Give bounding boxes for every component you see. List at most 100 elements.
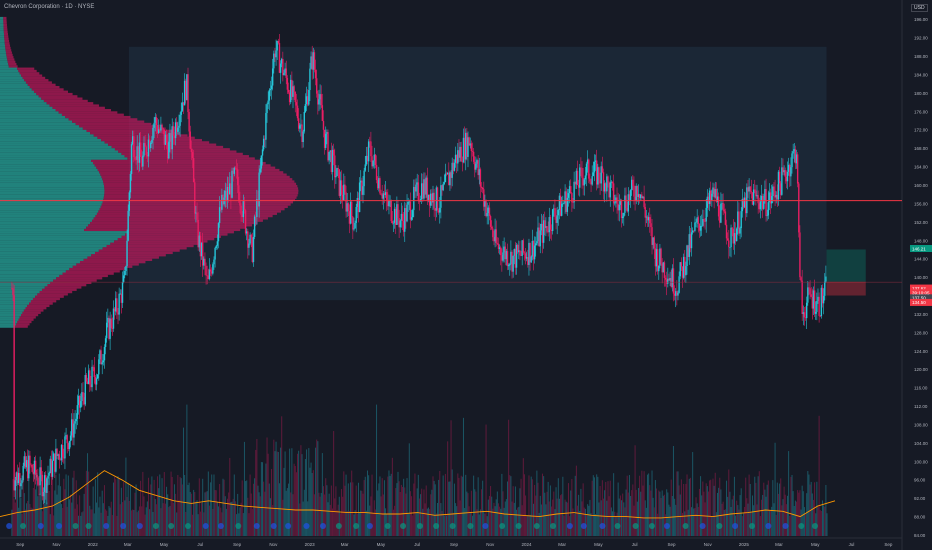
volume-bar [762,494,764,536]
volume-bar [634,445,636,536]
volume-profile-up-bar [0,325,16,328]
volume-bar [394,505,396,536]
volume-profile-down-bar [18,69,37,73]
volume-bar [291,448,293,536]
volume-profile-down-bar [8,62,17,66]
candle-body [285,68,287,78]
volume-bar [216,502,218,536]
x-tick-label: May [811,542,820,547]
candle-body [188,112,190,132]
volume-profile-up-bar [0,251,96,255]
candle-body [379,178,381,194]
candle-body [567,193,570,198]
volume-bar [551,506,553,536]
volume-bar [544,492,546,536]
candle-body [85,374,88,382]
candle-body [805,302,808,319]
volume-bar [623,502,625,536]
candle-body [209,269,212,272]
volume-bar [166,486,168,536]
volume-bar [800,509,802,536]
volume-profile-up-bar [0,74,22,77]
candle-body [205,265,207,276]
volume-bar [263,481,265,536]
volume-profile-up-bar [0,228,85,232]
volume-bar [317,441,319,536]
volume-bar [605,481,607,536]
volume-bar [799,490,801,536]
candle-body [51,460,54,477]
volume-bar [266,437,268,536]
volume-bar [437,503,439,536]
volume-bar [383,480,385,536]
volume-bar [372,512,374,536]
volume-profile-up-bar [0,235,122,238]
volume-profile-up-bar [0,244,107,248]
volume-bar [118,478,120,536]
volume-profile-up-bar [0,309,24,312]
volume-profile-up-bar [0,69,19,73]
volume-profile-up-bar [0,212,97,215]
event-marker [798,523,805,529]
candle-body [556,215,558,223]
volume-bar [606,500,608,536]
volume-bar [295,472,297,536]
candle-body [649,217,651,224]
currency-button[interactable]: USD [911,4,928,12]
volume-bar [782,499,784,536]
volume-bar [250,493,252,536]
volume-bar [363,480,365,536]
y-tick-label: 144.00 [914,257,928,262]
candle-body [818,296,820,316]
volume-bar [487,499,489,536]
candle-body [611,181,614,184]
candle-body [261,149,264,156]
volume-bar [726,480,728,536]
candle-body [239,201,241,206]
volume-profile-up-bar [0,168,98,172]
event-marker [515,523,522,529]
volume-bar [775,514,777,536]
volume-bar [359,512,361,536]
volume-profile-up-bar [0,138,102,142]
volume-bar [446,515,448,536]
volume-bar [385,508,387,536]
candle-body [295,102,298,106]
volume-profile-down-bar [17,320,32,324]
volume-bar [99,496,101,536]
volume-profile-up-bar [0,297,33,301]
price-chart[interactable]: 196.00 192.00 188.00 184.00 180.00 176.00 172.… [0,0,932,550]
volume-profile-up-bar [0,279,54,282]
volume-bar [189,492,191,536]
candle-body [717,196,720,217]
x-tick-label: Jul [414,542,420,547]
volume-profile-up-bar [0,173,101,176]
volume-bar [513,502,515,536]
candle-body [489,216,492,227]
volume-bar [552,499,554,536]
volume-bar [811,493,813,536]
volume-bar [115,479,117,536]
symbol-title[interactable]: Chevron Corporation · 1D · NYSE [4,4,94,10]
candle-body [391,221,394,224]
event-marker [168,523,175,529]
candle-body [104,338,107,347]
candle-body [153,122,155,128]
volume-bar [373,500,375,536]
candle-body [739,228,741,234]
volume-profile-up-bar [0,129,87,133]
volume-bar [292,494,294,536]
candle-body [325,133,327,148]
candle-body [803,312,806,318]
volume-bar [138,506,140,536]
candle-body [549,217,552,230]
candle-body [790,167,792,177]
volume-profile-down-bar [41,97,83,100]
event-marker [152,523,159,529]
volume-bar [695,497,697,536]
volume-bar [215,490,217,536]
x-tick-label: Jul [632,542,638,547]
volume-bar [658,490,660,536]
volume-bar [737,505,739,536]
volume-bar [213,474,215,536]
